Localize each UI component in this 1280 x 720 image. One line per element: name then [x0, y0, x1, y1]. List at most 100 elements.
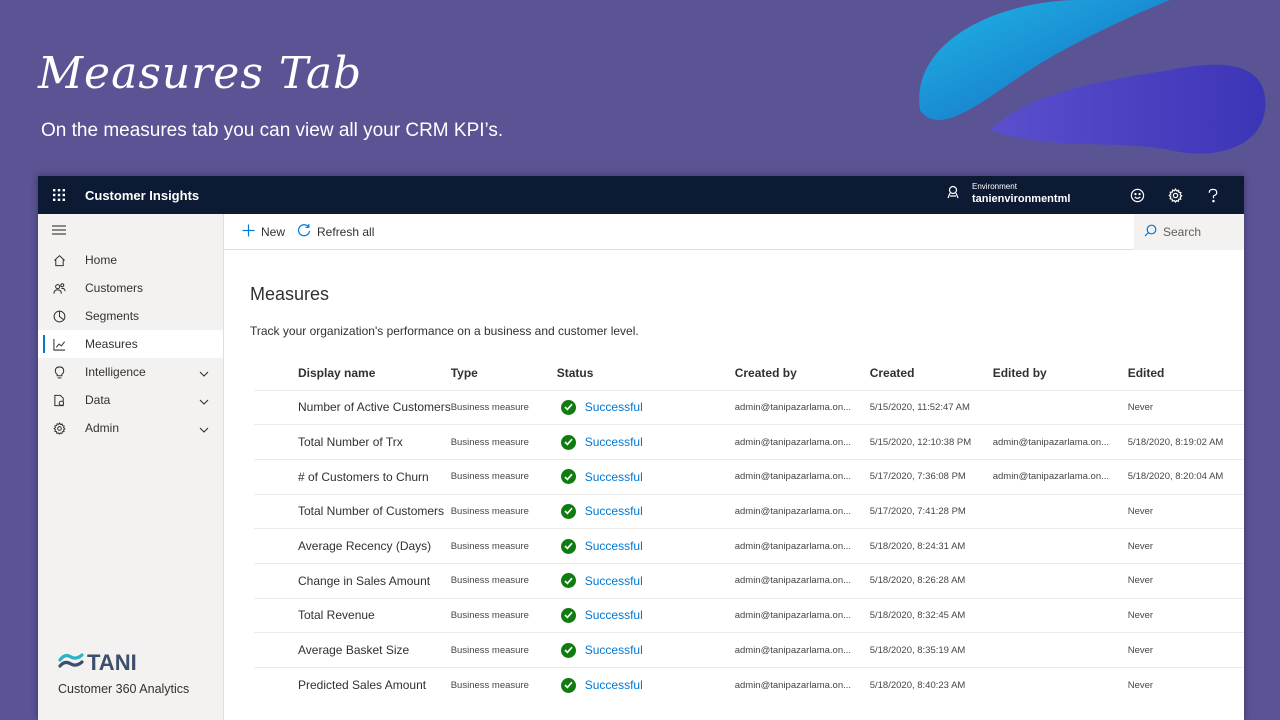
type-cell: Business measure: [450, 597, 557, 633]
edited-cell: Never: [1127, 562, 1244, 599]
brand-name: TANI: [87, 650, 137, 675]
lightbulb-icon: [52, 365, 66, 379]
display-name-cell[interactable]: Change in Sales Amount: [254, 562, 451, 599]
environment-switcher[interactable]: Environment tanienvironmentml: [946, 182, 1070, 206]
display-name-cell[interactable]: # of Customers to Churn: [254, 458, 451, 495]
settings-gear-icon[interactable]: [1156, 176, 1194, 214]
display-name-cell[interactable]: Average Recency (Days): [254, 528, 451, 564]
sidebar-item-intelligence[interactable]: Intelligence: [38, 358, 223, 386]
status-text[interactable]: Successful: [585, 608, 643, 622]
table-row[interactable]: Average Basket Size Business measure Succe…: [254, 632, 1244, 668]
slide-title: Measures Tab: [38, 48, 363, 99]
status-text[interactable]: Successful: [585, 678, 643, 692]
hamburger-menu-icon[interactable]: [38, 214, 223, 246]
column-header-display-name[interactable]: Display name: [254, 357, 451, 390]
display-name-cell[interactable]: Predicted Sales Amount: [254, 667, 451, 703]
display-name-cell[interactable]: Total Revenue: [254, 597, 451, 633]
environment-label: Environment: [972, 182, 1017, 191]
column-header-edited[interactable]: Edited: [1128, 357, 1244, 390]
table-row[interactable]: Number of Active Customers Business measu…: [254, 389, 1244, 425]
column-header-edited-by[interactable]: Edited by: [993, 357, 1128, 390]
column-header-type[interactable]: Type: [451, 357, 557, 390]
edited-cell: 5/18/2020, 8:19:02 AM: [1127, 424, 1244, 460]
edited-by-cell: [992, 528, 1128, 564]
sidebar-item-data[interactable]: Data: [38, 386, 223, 414]
edited-cell: Never: [1127, 528, 1244, 564]
table-row[interactable]: Total Number of Customers Business measur…: [254, 493, 1244, 529]
sidebar-item-home[interactable]: Home: [38, 246, 223, 274]
feedback-smiley-icon[interactable]: [1118, 176, 1156, 214]
table-row[interactable]: Change in Sales Amount Business measure Su…: [254, 562, 1244, 599]
gear-icon: [52, 421, 66, 435]
chevron-down-icon[interactable]: [199, 422, 209, 436]
display-name-cell[interactable]: Total Number of Customers: [254, 493, 451, 529]
created-cell: 5/17/2020, 7:36:08 PM: [869, 458, 993, 495]
sidebar-item-customers[interactable]: Customers: [38, 274, 223, 302]
display-name-cell[interactable]: Number of Active Customers: [254, 389, 451, 425]
created-cell: 5/15/2020, 12:10:38 PM: [869, 424, 993, 460]
status-text[interactable]: Successful: [585, 643, 643, 657]
command-bar: New Refresh all Search: [224, 214, 1244, 250]
table-row[interactable]: # of Customers to Churn Business measure S…: [254, 458, 1244, 495]
measures-table: Display name Type Status Created by Crea…: [254, 357, 1244, 703]
sidebar-item-admin[interactable]: Admin: [38, 414, 223, 442]
status-badge: Successful: [557, 469, 735, 485]
edited-cell: Never: [1127, 632, 1244, 668]
brand-block: TANI Customer 360 Analytics: [58, 650, 189, 696]
status-text[interactable]: Successful: [585, 574, 643, 588]
edited-by-cell: [992, 389, 1128, 425]
edited-cell: Never: [1127, 597, 1244, 633]
display-name-cell[interactable]: Average Basket Size: [254, 632, 451, 668]
brand-tagline: Customer 360 Analytics: [58, 682, 190, 696]
status-text[interactable]: Successful: [585, 504, 643, 518]
table-row[interactable]: Predicted Sales Amount Business measure Su…: [254, 667, 1244, 703]
status-text[interactable]: Successful: [585, 539, 643, 553]
chevron-down-icon[interactable]: [199, 366, 209, 380]
edited-cell: Never: [1127, 493, 1244, 529]
app-launcher-icon[interactable]: [38, 176, 80, 214]
created-by-cell: admin@tanipazarlama.on...: [734, 389, 870, 425]
type-cell: Business measure: [450, 389, 557, 425]
status-text[interactable]: Successful: [585, 470, 643, 484]
table-row[interactable]: Total Revenue Business measure Successful a…: [254, 597, 1244, 633]
app-name[interactable]: Customer Insights: [85, 188, 199, 203]
edited-by-cell: [992, 493, 1128, 529]
status-badge: Successful: [557, 434, 735, 450]
table-header-row: Display name Type Status Created by Crea…: [254, 357, 1244, 390]
refresh-icon: [297, 223, 311, 240]
top-bar: Customer Insights Environment tanienviro…: [38, 176, 1244, 214]
edited-by-cell: [992, 597, 1128, 633]
column-header-created[interactable]: Created: [870, 357, 993, 390]
created-cell: 5/17/2020, 7:41:28 PM: [869, 493, 993, 529]
status-badge: Successful: [557, 573, 735, 589]
type-cell: Business measure: [450, 562, 557, 599]
display-name-cell[interactable]: Total Number of Trx: [254, 424, 451, 460]
table-row[interactable]: Total Number of Trx Business measure Succe…: [254, 424, 1244, 460]
status-badge: Successful: [557, 503, 735, 519]
status-cell: Successful: [556, 424, 735, 460]
created-by-cell: admin@tanipazarlama.on...: [734, 493, 870, 529]
sidebar-item-label: Segments: [85, 309, 140, 323]
column-header-created-by[interactable]: Created by: [735, 357, 870, 390]
created-by-cell: admin@tanipazarlama.on...: [734, 632, 870, 668]
sidebar-item-measures[interactable]: Measures: [38, 330, 223, 358]
type-cell: Business measure: [450, 528, 557, 564]
refresh-all-label: Refresh all: [317, 224, 375, 239]
refresh-all-button[interactable]: Refresh all: [297, 223, 374, 240]
search-input[interactable]: Search: [1134, 214, 1244, 250]
type-cell: Business measure: [450, 667, 557, 703]
sidebar-item-label: Measures: [85, 337, 138, 351]
chevron-down-icon[interactable]: [199, 394, 209, 408]
type-cell: Business measure: [450, 458, 557, 495]
column-header-status[interactable]: Status: [557, 357, 735, 390]
table-row[interactable]: Average Recency (Days) Business measure Su…: [254, 528, 1244, 564]
checkmark-icon: [560, 677, 576, 693]
status-text[interactable]: Successful: [585, 400, 643, 414]
checkmark-icon: [560, 538, 576, 554]
help-icon[interactable]: [1194, 176, 1232, 214]
new-button[interactable]: New: [242, 224, 285, 240]
sidebar-item-segments[interactable]: Segments: [38, 302, 223, 330]
status-text[interactable]: Successful: [585, 435, 643, 449]
slide-subtitle: On the measures tab you can view all you…: [41, 120, 504, 141]
plus-icon: [242, 224, 255, 240]
